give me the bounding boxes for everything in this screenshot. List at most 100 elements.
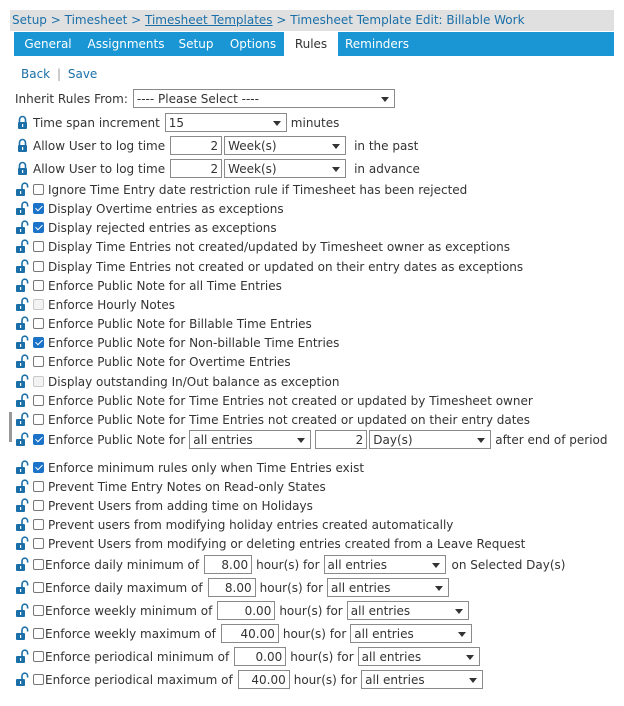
rule-checkbox[interactable] xyxy=(33,337,44,348)
rule-checkbox[interactable] xyxy=(33,500,44,511)
lock-open-icon[interactable] xyxy=(15,649,30,664)
rule-checkbox[interactable] xyxy=(33,538,44,549)
time-span-label: Time span increment xyxy=(33,115,160,130)
tab-general[interactable]: General xyxy=(14,32,82,56)
lock-open-icon[interactable] xyxy=(15,580,30,595)
hour-limit-unit: hour(s) for xyxy=(290,649,354,664)
public-note-period-select[interactable]: Day(s) xyxy=(369,430,492,449)
breadcrumb-separator: > xyxy=(127,13,146,27)
lock-open-icon[interactable] xyxy=(15,393,30,408)
lock-open-icon[interactable] xyxy=(15,278,30,293)
lock-open-icon[interactable] xyxy=(15,354,30,369)
lock-open-icon[interactable] xyxy=(15,316,30,331)
allow-past-suffix: in the past xyxy=(354,138,419,153)
lock-open-icon[interactable] xyxy=(15,239,30,254)
rule-label: Display Time Entries not created/updated… xyxy=(48,239,511,254)
rule-checkbox[interactable] xyxy=(33,280,44,291)
rule-row: Prevent Users from adding time on Holida… xyxy=(15,496,313,515)
lock-open-icon[interactable] xyxy=(15,335,30,350)
rule-checkbox[interactable] xyxy=(33,356,44,367)
rule-checkbox[interactable] xyxy=(33,184,44,195)
hour-limit-entries-select[interactable]: all entries xyxy=(346,601,469,620)
inherit-rules-select[interactable]: ---- Please Select ---- xyxy=(132,89,395,108)
lock-open-icon[interactable] xyxy=(15,201,30,216)
hour-limit-entries-select[interactable]: all entries xyxy=(327,578,450,597)
tab-rules[interactable]: Rules xyxy=(284,32,338,56)
rule-checkbox[interactable] xyxy=(33,203,44,214)
public-note-period-checkbox[interactable] xyxy=(33,434,44,445)
lock-open-icon[interactable] xyxy=(15,412,30,427)
lock-open-icon[interactable] xyxy=(15,672,30,687)
rule-checkbox[interactable] xyxy=(33,395,44,406)
allow-past-amount-input[interactable]: 2 xyxy=(170,136,223,155)
back-link[interactable]: Back xyxy=(21,67,50,81)
lock-open-icon[interactable] xyxy=(15,432,30,447)
lock-open-icon[interactable] xyxy=(15,220,30,235)
hour-limit-entries-select[interactable]: all entries xyxy=(361,670,484,689)
lock-open-icon[interactable] xyxy=(15,259,30,274)
breadcrumb-timesheet-templates[interactable]: Timesheet Templates xyxy=(145,13,273,27)
hour-limit-checkbox[interactable] xyxy=(33,559,44,570)
rule-checkbox[interactable] xyxy=(33,414,44,425)
hour-limit-checkbox[interactable] xyxy=(33,651,44,662)
hour-limit-input[interactable]: 8.00 xyxy=(204,555,253,574)
allow-advance-amount-input[interactable]: 2 xyxy=(170,159,223,178)
hour-limit-input[interactable]: 0.00 xyxy=(217,601,276,620)
allow-advance-period-select[interactable]: Week(s) xyxy=(224,159,347,178)
hour-limit-checkbox[interactable] xyxy=(33,674,44,685)
hour-limit-input[interactable]: 8.00 xyxy=(207,578,256,597)
hour-limit-checkbox[interactable] xyxy=(33,582,44,593)
lock-closed-icon[interactable] xyxy=(15,161,30,176)
public-note-entries-select[interactable]: all entries xyxy=(189,430,312,449)
rule-checkbox[interactable] xyxy=(33,261,44,272)
tab-setup[interactable]: Setup xyxy=(170,32,222,56)
public-note-entries-value: all entries xyxy=(193,432,253,447)
lock-open-icon[interactable] xyxy=(15,557,30,572)
lock-open-icon[interactable] xyxy=(15,517,30,532)
time-span-select[interactable]: 15 xyxy=(164,113,287,132)
lock-closed-icon[interactable] xyxy=(15,138,30,153)
lock-open-icon[interactable] xyxy=(15,374,30,389)
hour-limit-entries-select[interactable]: all entries xyxy=(357,647,480,666)
hour-limit-entries-select[interactable]: all entries xyxy=(323,555,446,574)
hour-limit-input[interactable]: 40.00 xyxy=(237,670,290,689)
tab-options[interactable]: Options xyxy=(222,32,284,56)
breadcrumb-setup[interactable]: Setup xyxy=(12,13,47,27)
lock-open-icon[interactable] xyxy=(15,297,30,312)
save-link[interactable]: Save xyxy=(68,67,97,81)
rule-checkbox[interactable] xyxy=(33,462,44,473)
lock-open-icon[interactable] xyxy=(15,603,30,618)
lock-open-icon[interactable] xyxy=(15,536,30,551)
lock-open-icon[interactable] xyxy=(15,626,30,641)
hour-limit-input[interactable]: 0.00 xyxy=(234,647,287,666)
rule-label: Enforce Public Note for Time Entries not… xyxy=(48,412,531,427)
hour-limit-checkbox[interactable] xyxy=(33,628,44,639)
breadcrumb-timesheet[interactable]: Timesheet xyxy=(65,13,128,27)
hour-limit-checkbox[interactable] xyxy=(33,605,44,616)
rule-checkbox[interactable] xyxy=(33,318,44,329)
tab-assignments[interactable]: Assignments xyxy=(82,32,170,56)
hour-limit-input[interactable]: 40.00 xyxy=(220,624,279,643)
action-separator: | xyxy=(56,67,62,81)
lock-closed-icon[interactable] xyxy=(15,115,30,130)
rule-checkbox[interactable] xyxy=(33,481,44,492)
rule-label: Display rejected entries as exceptions xyxy=(48,220,277,235)
lock-open-icon[interactable] xyxy=(15,498,30,513)
hour-limit-unit: hour(s) for xyxy=(293,672,358,687)
hour-limit-entries-value: all entries xyxy=(327,557,387,572)
rule-label: Enforce minimum rules only when Time Ent… xyxy=(48,460,365,475)
hour-limit-label: Enforce periodical maximum of xyxy=(45,672,233,687)
hour-limit-entries-select[interactable]: all entries xyxy=(350,624,473,643)
tab-reminders[interactable]: Reminders xyxy=(338,32,416,56)
lock-open-icon[interactable] xyxy=(15,460,30,475)
lock-open-icon[interactable] xyxy=(15,479,30,494)
rule-checkbox[interactable] xyxy=(33,519,44,530)
lock-open-icon[interactable] xyxy=(15,182,30,197)
rule-checkbox[interactable] xyxy=(33,222,44,233)
resize-handle[interactable] xyxy=(9,412,12,442)
rule-checkbox[interactable] xyxy=(33,241,44,252)
public-note-days-input[interactable]: 2 xyxy=(315,430,368,449)
rule-row: Enforce Public Note for Overtime Entries xyxy=(15,352,291,371)
allow-past-period-select[interactable]: Week(s) xyxy=(224,136,347,155)
allow-advance-label: Allow User to log time xyxy=(33,161,166,176)
